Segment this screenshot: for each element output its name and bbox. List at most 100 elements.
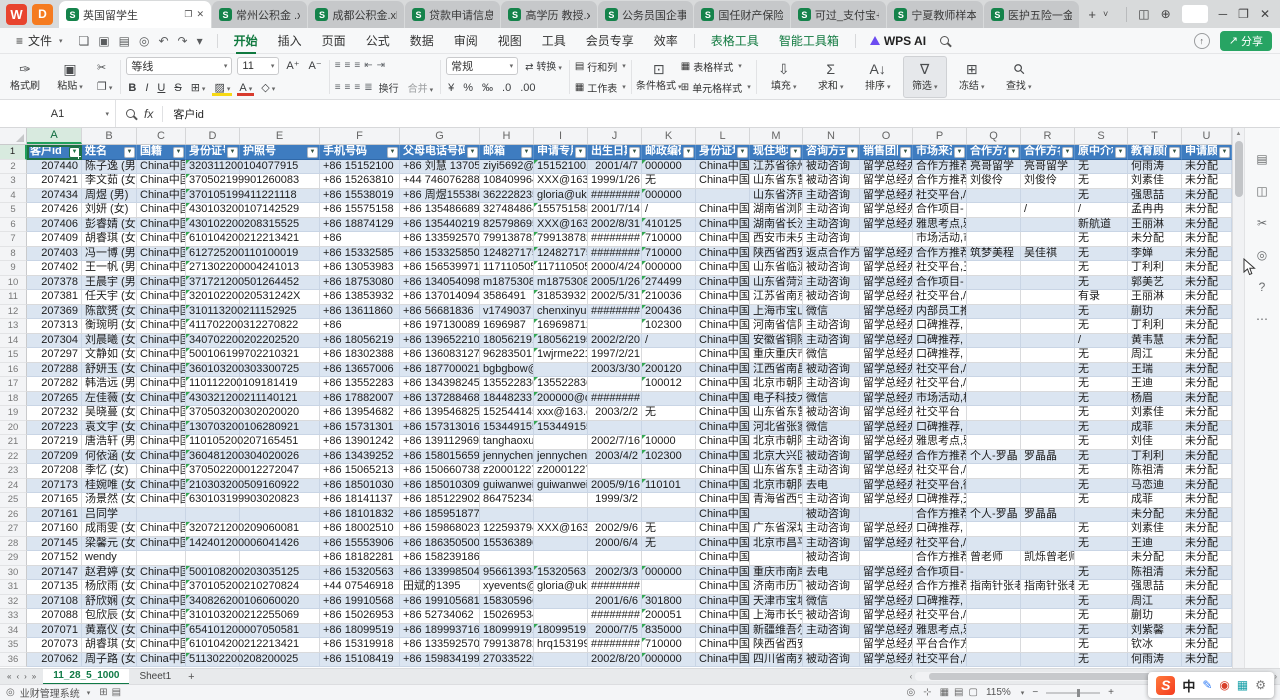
cell-H17[interactable]: 135522836: [480, 377, 534, 392]
cell-J36[interactable]: 2002/8/20: [588, 653, 642, 668]
header-cell-R[interactable]: 合作方名▼: [1021, 145, 1075, 160]
cell-K35[interactable]: 710000: [642, 638, 696, 653]
cell-N9[interactable]: 被动咨询: [803, 261, 860, 276]
row-number-33[interactable]: 33: [0, 609, 27, 624]
cell-F11[interactable]: +86 13853932: [320, 290, 400, 305]
filter-button-I[interactable]: ▼: [575, 147, 586, 158]
cell-P28[interactable]: 社交平台,/: [913, 537, 967, 552]
header-cell-E[interactable]: 护照号▼: [240, 145, 320, 160]
cell-U34[interactable]: 未分配: [1182, 624, 1232, 639]
cell-G33[interactable]: +86 52734062: [400, 609, 480, 624]
cell-C19[interactable]: China中国: [137, 406, 186, 421]
cell-C15[interactable]: China中国: [137, 348, 186, 363]
cell-H3[interactable]: 108409964: [480, 174, 534, 189]
row-number-3[interactable]: 3: [0, 174, 27, 189]
cell-H26[interactable]: [480, 508, 534, 523]
column-header-N[interactable]: N: [803, 128, 860, 144]
header-cell-L[interactable]: 身份证地▼: [696, 145, 750, 160]
cell-H29[interactable]: [480, 551, 534, 566]
cell-B6[interactable]: 彭睿婧 (女: [82, 218, 137, 233]
cell-R30[interactable]: [1021, 566, 1075, 581]
align-icon-b3[interactable]: ≣: [364, 82, 371, 93]
cell-C16[interactable]: China中国: [137, 363, 186, 378]
cell-J35[interactable]: ########: [588, 638, 642, 653]
cell-I22[interactable]: jennychen: [534, 450, 588, 465]
cell-L33[interactable]: China中国: [696, 609, 750, 624]
cell-T11[interactable]: 王丽淋: [1128, 290, 1182, 305]
scroll-right-icon[interactable]: ›: [1274, 672, 1277, 681]
cell-K9[interactable]: 000000: [642, 261, 696, 276]
cell-Q34[interactable]: [967, 624, 1021, 639]
cell-I5[interactable]: 155751588: [534, 203, 588, 218]
cell-I11[interactable]: 31853932: [534, 290, 588, 305]
cell-Q33[interactable]: [967, 609, 1021, 624]
cell-Q23[interactable]: [967, 464, 1021, 479]
row-number-26[interactable]: 26: [0, 508, 27, 523]
cell-S36[interactable]: 无: [1075, 653, 1128, 668]
cell-A28[interactable]: 207145: [27, 537, 82, 552]
zoom-level[interactable]: 115%: [986, 687, 1011, 698]
cell-I19[interactable]: xxx@163.c: [534, 406, 588, 421]
cell-J9[interactable]: 2000/4/24: [588, 261, 642, 276]
填充-button[interactable]: ⇩填充▾: [762, 56, 806, 98]
cell-S29[interactable]: [1075, 551, 1128, 566]
row-number-13[interactable]: 13: [0, 319, 27, 334]
quick-icon-2[interactable]: ▤: [119, 34, 130, 48]
cell-A35[interactable]: 207073: [27, 638, 82, 653]
cell-G20[interactable]: +86 1573130169: [400, 421, 480, 436]
cell-R32[interactable]: [1021, 595, 1075, 610]
cell-C31[interactable]: China中国: [137, 580, 186, 595]
cell-Q20[interactable]: [967, 421, 1021, 436]
cell-S20[interactable]: 无: [1075, 421, 1128, 436]
cell-B19[interactable]: 吴晓蔓 (女: [82, 406, 137, 421]
convert-button[interactable]: ⇄ 转换▾: [523, 58, 564, 73]
cell-H16[interactable]: bgbgbow@: [480, 363, 534, 378]
cell-P4[interactable]: 社交平台,/: [913, 189, 967, 204]
cell-N8[interactable]: 返点合作方: [803, 247, 860, 262]
quick-icon-0[interactable]: ❏: [79, 34, 90, 48]
cell-F27[interactable]: +86 18002510: [320, 522, 400, 537]
cell-A25[interactable]: 207165: [27, 493, 82, 508]
cell-G15[interactable]: +86 1360831276: [400, 348, 480, 363]
cell-K28[interactable]: 无: [642, 537, 696, 552]
column-header-H[interactable]: H: [480, 128, 534, 144]
cell-S33[interactable]: 无: [1075, 609, 1128, 624]
cell-H28[interactable]: 155363896: [480, 537, 534, 552]
vertical-scroll-thumb[interactable]: [1235, 141, 1243, 197]
cell-H2[interactable]: ziyi5692@: [480, 160, 534, 175]
scroll-left-icon[interactable]: ‹: [910, 672, 913, 681]
cell-I6[interactable]: XXX@163.: [534, 218, 588, 233]
cell-K21[interactable]: 10000: [642, 435, 696, 450]
cell-N15[interactable]: 微信: [803, 348, 860, 363]
cell-G29[interactable]: +86 1582391866: [400, 551, 480, 566]
cell-B11[interactable]: 任天宇 (女: [82, 290, 137, 305]
cell-O5[interactable]: 留学总经办: [860, 203, 913, 218]
side-panel-icon-5[interactable]: ⋯: [1256, 312, 1268, 326]
cell-M33[interactable]: 上海市长宁: [750, 609, 803, 624]
filter-button-K[interactable]: ▼: [683, 147, 694, 158]
cell-I8[interactable]: 124827175: [534, 247, 588, 262]
cell-U4[interactable]: 未分配: [1182, 189, 1232, 204]
cell-Q2[interactable]: 亮哥留学: [967, 160, 1021, 175]
cell-B3[interactable]: 李文茹 (女: [82, 174, 137, 189]
cell-U3[interactable]: 未分配: [1182, 174, 1232, 189]
cell-I17[interactable]: 135522836: [534, 377, 588, 392]
cell-P14[interactable]: 口碑推荐,: [913, 334, 967, 349]
cell-B10[interactable]: 王晨宇 (男: [82, 276, 137, 291]
cell-Q8[interactable]: 筑梦美程: [967, 247, 1021, 262]
cell-F13[interactable]: +86: [320, 319, 400, 334]
cell-F5[interactable]: +86 15575158: [320, 203, 400, 218]
cell-G23[interactable]: +86 1506607386: [400, 464, 480, 479]
header-cell-P[interactable]: 市场来源▼: [913, 145, 967, 160]
document-tab[interactable]: S可过_支付宝+_滴: [791, 1, 886, 28]
row-number-34[interactable]: 34: [0, 624, 27, 639]
filter-button-H[interactable]: ▼: [521, 147, 532, 158]
cell-Q6[interactable]: [967, 218, 1021, 233]
cell-G26[interactable]: +86 18595187720: [400, 508, 480, 523]
cell-L27[interactable]: China中国: [696, 522, 750, 537]
cell-R6[interactable]: [1021, 218, 1075, 233]
decrease-font-button[interactable]: A⁻: [307, 59, 324, 72]
cell-U20[interactable]: 未分配: [1182, 421, 1232, 436]
cell-R2[interactable]: 亮哥留学: [1021, 160, 1075, 175]
cell-R18[interactable]: [1021, 392, 1075, 407]
